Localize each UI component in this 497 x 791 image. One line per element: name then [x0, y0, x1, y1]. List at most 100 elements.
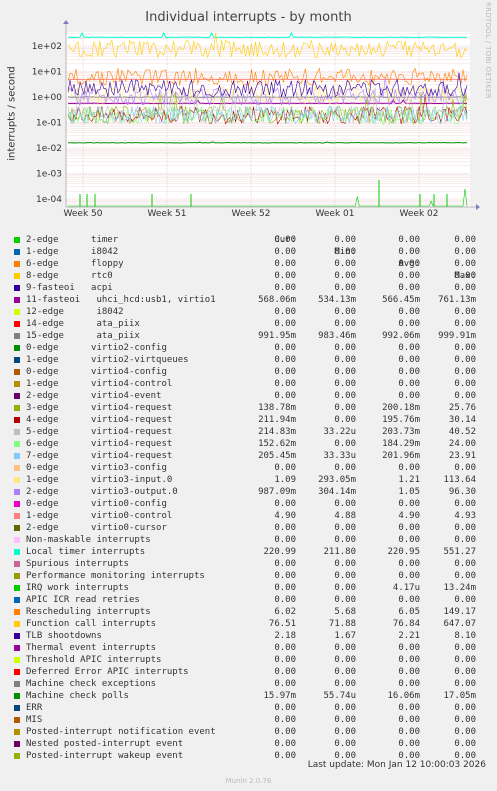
- legend-row: Deferred Error APIC interrupts 0.00 0.00 0.…: [0, 666, 497, 678]
- legend-min: 0.00: [334, 523, 356, 533]
- legend-min: 0.00: [334, 559, 356, 569]
- legend-row: 6-edge virtio4-request 152.62m 0.00 184.29m…: [0, 438, 497, 450]
- legend-min: 5.68: [334, 607, 356, 617]
- legend-label: Thermal event interrupts: [26, 643, 157, 653]
- legend-label: Rescheduling interrupts: [26, 607, 151, 617]
- legend-swatch: [14, 477, 20, 483]
- legend-row: Posted-interrupt notification event 0.00 0…: [0, 726, 497, 738]
- legend-swatch: [14, 585, 20, 591]
- y-tick-label: 1e-04: [36, 195, 62, 205]
- munin-version: Munin 2.0.76: [225, 777, 272, 785]
- legend-min: 0.00: [334, 655, 356, 665]
- legend-min: 1.67: [334, 631, 356, 641]
- legend-row: 4-edge virtio4-request 211.94m 0.00 195.76m…: [0, 414, 497, 426]
- legend-swatch: [14, 501, 20, 507]
- legend-swatch: [14, 369, 20, 375]
- legend-label: 14-edge ata_piix: [26, 319, 140, 329]
- legend-row: 2-edge virtio4-event 0.00 0.00 0.00 0.00: [0, 390, 497, 402]
- legend-swatch: [14, 573, 20, 579]
- legend-label: 0-edge virtio3-config: [26, 463, 167, 473]
- y-tick-label: 1e+02: [32, 42, 62, 52]
- legend-max: 0.00: [454, 259, 476, 269]
- legend-label: 1-edge virtio0-control: [26, 511, 173, 521]
- legend-label: 1-edge i8042: [26, 247, 119, 257]
- legend-swatch: [14, 513, 20, 519]
- last-update: Last update: Mon Jan 12 10:00:03 2026: [307, 760, 486, 770]
- x-tick-label: Week 02: [400, 209, 439, 219]
- legend-label: TLB shootdowns: [26, 631, 102, 641]
- legend-swatch: [14, 621, 20, 627]
- legend-min: 0.00: [334, 319, 356, 329]
- legend-max: 25.76: [448, 403, 476, 413]
- legend-swatch: [14, 357, 20, 363]
- legend-max: 13.24m: [443, 583, 476, 593]
- legend-max: 0.00: [454, 499, 476, 509]
- legend-min: 0.00: [334, 343, 356, 353]
- x-axis-arrow: [476, 204, 480, 210]
- y-tick-label: 1e-01: [36, 119, 62, 129]
- legend-row: Spurious interrupts 0.00 0.00 0.00 0.00: [0, 558, 497, 570]
- legend-max: 0.00: [454, 379, 476, 389]
- legend-swatch: [14, 429, 20, 435]
- legend-min: 0.00: [334, 463, 356, 473]
- legend-max: 0.00: [454, 643, 476, 653]
- chart-plot: 1e+021e+011e+001e-011e-021e-031e-04Week …: [32, 20, 480, 219]
- legend-max: 761.13m: [438, 295, 476, 305]
- legend-swatch: [14, 537, 20, 543]
- legend-label: 3-edge virtio4-request: [26, 403, 173, 413]
- legend-row: 8-edge rtc0 0.00 0.00 0.00 0.00: [0, 270, 497, 282]
- y-tick-label: 1e-02: [36, 144, 62, 154]
- legend-row: APIC ICR read retries 0.00 0.00 0.00 0.00: [0, 594, 497, 606]
- legend-label: ERR: [26, 703, 43, 713]
- legend-label: 0-edge virtio2-config: [26, 343, 167, 353]
- legend-swatch: [14, 333, 20, 339]
- legend-row: Local timer interrupts 220.99 211.80 220.95…: [0, 546, 497, 558]
- legend-label: Threshold APIC interrupts: [26, 655, 162, 665]
- legend-max: 40.52: [448, 427, 476, 437]
- legend-min: 0.00: [334, 391, 356, 401]
- legend-label: 4-edge virtio4-request: [26, 415, 173, 425]
- legend-swatch: [14, 717, 20, 723]
- legend-row: 0-edge virtio0-config 0.00 0.00 0.00 0.00: [0, 498, 497, 510]
- legend-min: 0.00: [334, 715, 356, 725]
- legend-table: Cur: Min: Avg: Max: 2-edge timer 0.00 0.00…: [0, 222, 497, 762]
- legend-label: Deferred Error APIC interrupts: [26, 667, 189, 677]
- x-tick-label: Week 52: [232, 209, 271, 219]
- legend-max: 0.00: [454, 355, 476, 365]
- x-tick-label: Week 01: [316, 209, 355, 219]
- legend-swatch: [14, 729, 20, 735]
- legend-swatch: [14, 381, 20, 387]
- legend-row: 3-edge virtio4-request 138.78m 0.00 200.18m…: [0, 402, 497, 414]
- legend-row: 2-edge virtio0-cursor 0.00 0.00 0.00 0.00: [0, 522, 497, 534]
- x-tick-label: Week 50: [64, 209, 103, 219]
- legend-label: Function call interrupts: [26, 619, 157, 629]
- legend-label: 11-fasteoi uhci_hcd:usb1, virtio1: [26, 295, 216, 305]
- legend-swatch: [14, 669, 20, 675]
- legend-max: 0.00: [454, 307, 476, 317]
- legend-swatch: [14, 309, 20, 315]
- legend-label: 15-edge ata_piix: [26, 331, 140, 341]
- legend-max: 30.14: [448, 415, 476, 425]
- legend-max: 0.00: [454, 523, 476, 533]
- legend-min: 0.00: [334, 727, 356, 737]
- legend-swatch: [14, 705, 20, 711]
- legend-label: Machine check polls: [26, 691, 129, 701]
- legend-max: 0.00: [454, 319, 476, 329]
- legend-min: 0.00: [334, 667, 356, 677]
- legend-rows: 2-edge timer 0.00 0.00 0.00 0.00 1-edge i8042…: [0, 234, 497, 762]
- legend-swatch: [14, 405, 20, 411]
- legend-min: 0.00: [334, 643, 356, 653]
- legend-swatch: [14, 741, 20, 747]
- legend-label: 2-edge virtio4-event: [26, 391, 162, 401]
- legend-min: 0.00: [334, 259, 356, 269]
- legend-label: 1-edge virtio4-control: [26, 379, 173, 389]
- legend-swatch: [14, 393, 20, 399]
- legend-min: 0.00: [334, 679, 356, 689]
- legend-min: 4.88: [334, 511, 356, 521]
- legend-max: 0.00: [454, 559, 476, 569]
- legend-label: Non-maskable interrupts: [26, 535, 151, 545]
- legend-max: 999.91m: [438, 331, 476, 341]
- legend-min: 0.00: [334, 583, 356, 593]
- legend-label: Nested posted-interrupt event: [26, 739, 184, 749]
- legend-row: 0-edge virtio2-config 0.00 0.00 0.00 0.00: [0, 342, 497, 354]
